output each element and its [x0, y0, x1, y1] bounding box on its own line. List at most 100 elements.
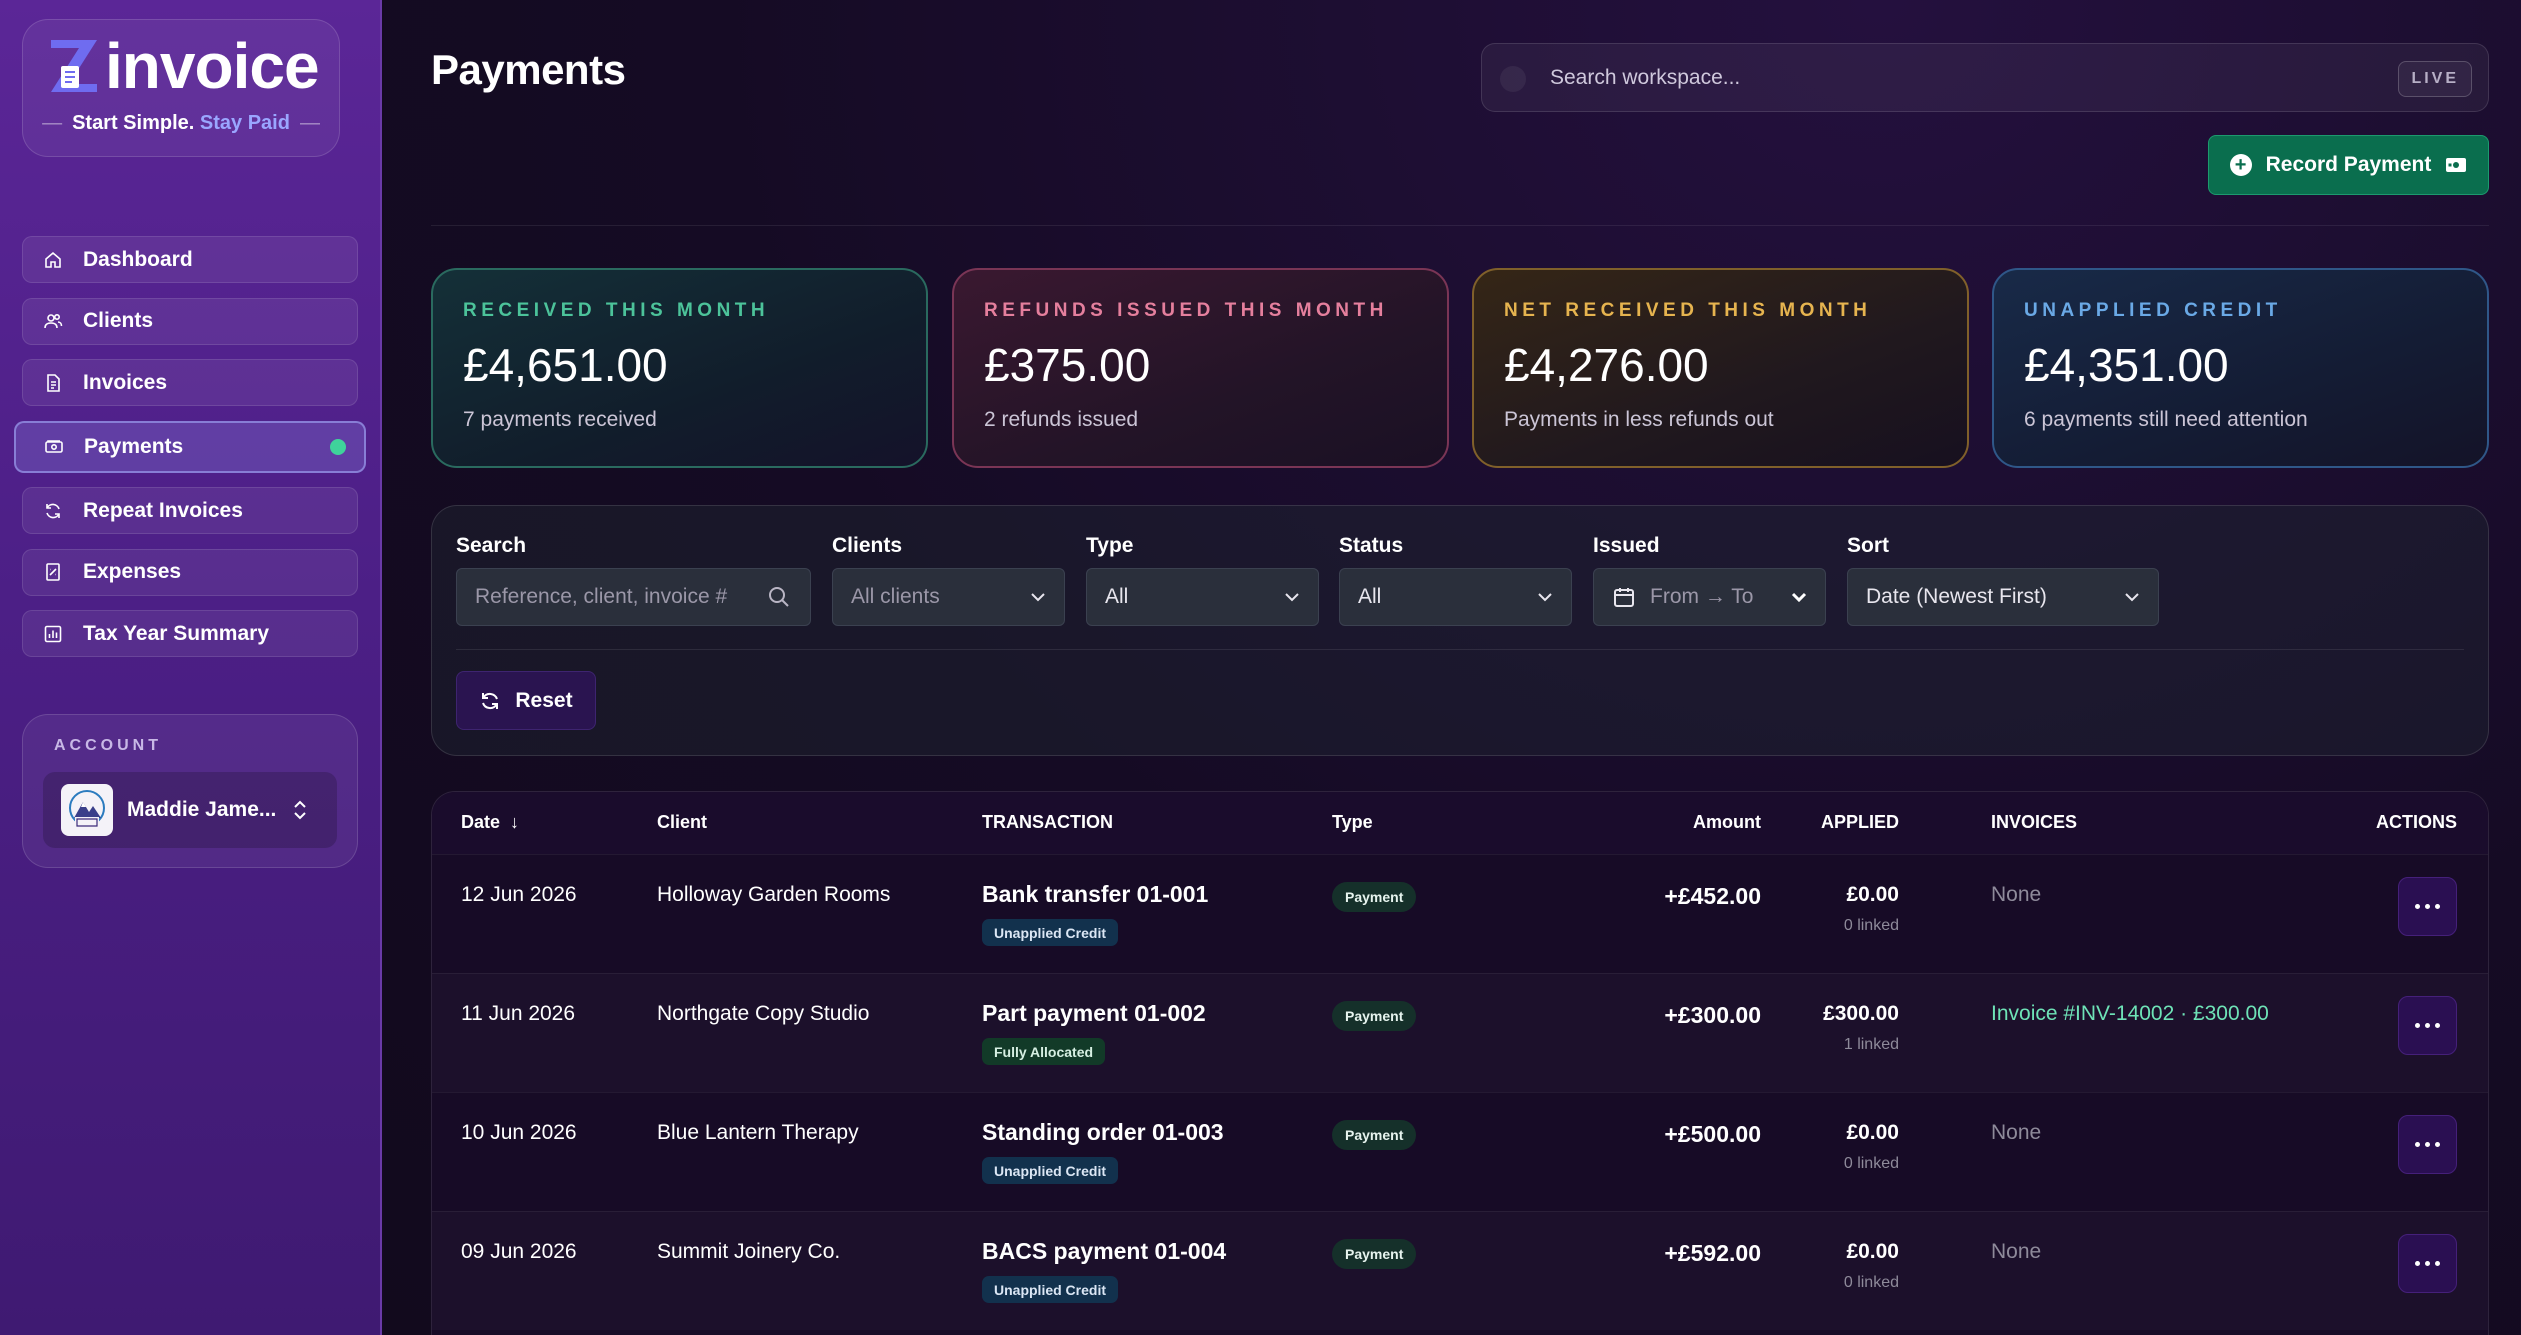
sidebar-item-dashboard[interactable]: Dashboard — [22, 236, 358, 283]
more-icon — [2415, 1142, 2440, 1147]
sidebar: invoice — Start Simple. Stay Paid — Dashbo… — [0, 0, 382, 1335]
stat-value: £4,276.00 — [1504, 339, 1709, 391]
account-label: ACCOUNT — [54, 737, 162, 754]
table-row[interactable]: 10 Jun 2026 Blue Lantern Therapy Standin… — [432, 1092, 2488, 1211]
status-badge: Fully Allocated — [982, 1038, 1106, 1065]
column-header-label: Date — [461, 812, 501, 832]
reset-label: Reset — [515, 688, 573, 712]
type-badge: Payment — [1332, 1239, 1417, 1269]
search-input[interactable]: Search workspace... — [1550, 66, 1740, 90]
issued-date-range[interactable]: From → To — [1593, 568, 1826, 626]
stat-label: REFUNDS ISSUED THIS MONTH — [984, 300, 1388, 321]
sort-arrow-icon: ↓ — [510, 812, 520, 832]
cell-date: 10 Jun 2026 — [461, 1121, 577, 1144]
cell-invoices: None — [1991, 1121, 2042, 1144]
table-row[interactable]: 12 Jun 2026 Holloway Garden Rooms Bank t… — [432, 854, 2488, 973]
row-actions-button[interactable] — [2398, 1234, 2457, 1293]
column-header-amount: Amount — [1693, 812, 1761, 832]
cell-amount: +£300.00 — [1664, 1002, 1761, 1028]
row-actions-button[interactable] — [2398, 1115, 2457, 1174]
stat-card-received: RECEIVED THIS MONTH £4,651.00 7 payments… — [431, 268, 928, 468]
select-value: Date (Newest First) — [1866, 585, 2047, 608]
filter-label: Issued — [1593, 534, 1660, 557]
account-card: ACCOUNT Maddie Jame... — [22, 714, 358, 868]
filter-label: Search — [456, 534, 527, 557]
type-badge: Payment — [1332, 882, 1417, 912]
cell-date: 09 Jun 2026 — [461, 1240, 577, 1263]
filter-label: Sort — [1847, 534, 1889, 557]
filter-type: Type All — [1086, 534, 1319, 626]
cell-amount: +£452.00 — [1664, 883, 1761, 909]
status-badge: Unapplied Credit — [982, 1157, 1119, 1184]
sidebar-item-label: Expenses — [83, 560, 182, 583]
stat-value: £375.00 — [984, 339, 1151, 391]
chevron-down-icon — [1791, 592, 1807, 602]
home-icon — [45, 251, 61, 268]
sidebar-item-label: Dashboard — [83, 247, 193, 271]
more-icon — [2415, 904, 2440, 909]
cell-transaction: Standing order 01-003 — [982, 1119, 1224, 1145]
sidebar-item-label: Payments — [84, 434, 184, 458]
type-select[interactable]: All — [1086, 568, 1319, 626]
header-divider — [431, 225, 2489, 226]
sidebar-item-expenses[interactable]: Expenses — [22, 548, 358, 596]
sidebar-item-clients[interactable]: Clients — [22, 297, 358, 345]
table-row[interactable]: 11 Jun 2026 Northgate Copy Studio Part p… — [432, 973, 2488, 1092]
page-title: Payments — [431, 46, 626, 93]
chart-icon — [44, 625, 62, 642]
sidebar-item-label: Clients — [83, 309, 154, 332]
table-header: Date ↓ Client TRANSACTION Type Amount AP… — [432, 792, 2488, 854]
active-indicator — [330, 438, 346, 455]
filter-divider — [456, 649, 2464, 650]
select-value: All clients — [851, 585, 940, 608]
chevron-updown-icon — [294, 800, 306, 820]
row-actions-button[interactable] — [2398, 996, 2457, 1055]
workspace-search[interactable]: Search workspace... LIVE — [1481, 43, 2489, 112]
cell-transaction: BACS payment 01-004 — [982, 1238, 1227, 1264]
cell-linked-count: 0 linked — [1843, 1155, 1899, 1172]
clients-select[interactable]: All clients — [832, 568, 1065, 626]
logo-text: invoice — [105, 30, 320, 102]
row-actions-button[interactable] — [2398, 877, 2457, 936]
filter-issued: Issued From → To — [1593, 534, 1826, 626]
stat-subtitle: 6 payments still need attention — [2024, 408, 2308, 431]
sidebar-item-invoices[interactable]: Invoices — [22, 359, 358, 406]
live-badge: LIVE — [2398, 61, 2472, 97]
sidebar-item-repeat-invoices[interactable]: Repeat Invoices — [22, 487, 358, 534]
table-row[interactable]: 09 Jun 2026 Summit Joinery Co. BACS paym… — [432, 1211, 2488, 1330]
filter-search-input[interactable]: Reference, client, invoice # — [456, 568, 811, 626]
stat-subtitle: Payments in less refunds out — [1504, 408, 1774, 431]
invoice-icon — [47, 373, 60, 392]
stat-label: UNAPPLIED CREDIT — [2024, 300, 2282, 321]
cell-client: Summit Joinery Co. — [657, 1240, 841, 1263]
account-switcher[interactable]: Maddie Jame... — [43, 772, 337, 848]
sidebar-item-tax-year-summary[interactable]: Tax Year Summary — [22, 610, 358, 657]
chevron-down-icon — [1031, 593, 1045, 602]
sidebar-item-payments[interactable]: Payments — [14, 420, 366, 473]
filter-search: Search Reference, client, invoice # — [456, 534, 811, 626]
filter-label: Clients — [832, 534, 903, 557]
column-header-type: Type — [1332, 812, 1373, 832]
expense-icon — [46, 563, 60, 581]
filter-label: Status — [1339, 534, 1404, 557]
sidebar-item-label: Tax Year Summary — [83, 621, 270, 645]
search-icon — [769, 587, 789, 607]
brand-card[interactable]: invoice — Start Simple. Stay Paid — — [22, 19, 340, 157]
account-name: Maddie Jame... — [127, 798, 277, 821]
stat-value: £4,351.00 — [2024, 339, 2229, 391]
stat-value: £4,651.00 — [463, 339, 668, 391]
cell-invoices: None — [1991, 1240, 2042, 1263]
sort-select[interactable]: Date (Newest First) — [1847, 568, 2159, 626]
type-badge: Payment — [1332, 1001, 1417, 1031]
status-badge: Unapplied Credit — [982, 1276, 1119, 1303]
cell-transaction: Bank transfer 01-001 — [982, 881, 1209, 907]
column-header-invoices: INVOICES — [1991, 812, 2078, 832]
reset-button[interactable]: Reset — [456, 671, 596, 730]
logo: invoice — [47, 30, 320, 102]
record-payment-button[interactable]: + Record Payment — [2208, 135, 2489, 195]
invoice-link[interactable]: Invoice #INV-14002 · £300.00 — [1991, 1002, 2269, 1026]
column-header-date[interactable]: Date ↓ — [461, 812, 519, 833]
status-select[interactable]: All — [1339, 568, 1572, 626]
stat-label: RECEIVED THIS MONTH — [463, 300, 770, 321]
sidebar-nav: Dashboard Clients Invoices Payments Repe… — [14, 236, 366, 672]
